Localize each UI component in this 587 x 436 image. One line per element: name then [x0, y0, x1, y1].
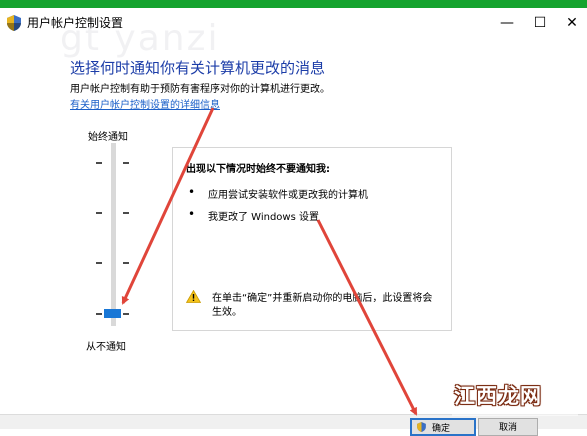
description-text: 用户帐户控制有助于预防有害程序对你的计算机进行更改。: [70, 84, 330, 95]
warning-icon: [186, 290, 201, 303]
info-panel-title: 出现以下情况时始终不要通知我:: [186, 164, 330, 175]
cancel-button[interactable]: 取消: [478, 418, 538, 436]
uac-shield-icon: [7, 15, 21, 31]
site-logo: 江西龙网: [454, 384, 542, 408]
slider-tick: [96, 212, 102, 214]
page-heading: 选择何时通知你有关计算机更改的消息: [70, 59, 326, 77]
slider-thumb[interactable]: [104, 309, 121, 318]
slider-bottom-label: 从不通知: [86, 342, 126, 353]
slider-tick: [123, 313, 129, 315]
top-accent-bar: [0, 0, 587, 8]
close-button[interactable]: ✕: [552, 12, 587, 34]
slider-top-label: 始终通知: [88, 132, 128, 143]
slider-tick: [123, 162, 129, 164]
slider-tick: [123, 262, 129, 264]
bullet-text: 我更改了 Windows 设置: [208, 212, 319, 223]
watermark: gt yanzi: [60, 18, 220, 59]
slider-tick: [96, 162, 102, 164]
slider-tick: [96, 262, 102, 264]
bullet-text: 应用尝试安装软件或更改我的计算机: [208, 190, 368, 201]
bullet-icon: •: [188, 207, 196, 221]
cancel-button-label: 取消: [499, 423, 518, 433]
bullet-icon: •: [188, 185, 196, 199]
slider-tick: [96, 313, 102, 315]
ok-button-label: 确定: [432, 424, 451, 434]
help-link[interactable]: 有关用户帐户控制设置的详细信息: [70, 96, 220, 111]
slider-track[interactable]: [111, 143, 116, 326]
warning-text: 在单击“确定”并重新启动你的电脑后，此设置将会生效。: [212, 293, 433, 318]
slider-tick: [123, 212, 129, 214]
ok-button[interactable]: 确定: [410, 418, 476, 436]
uac-shield-icon: [417, 422, 426, 432]
